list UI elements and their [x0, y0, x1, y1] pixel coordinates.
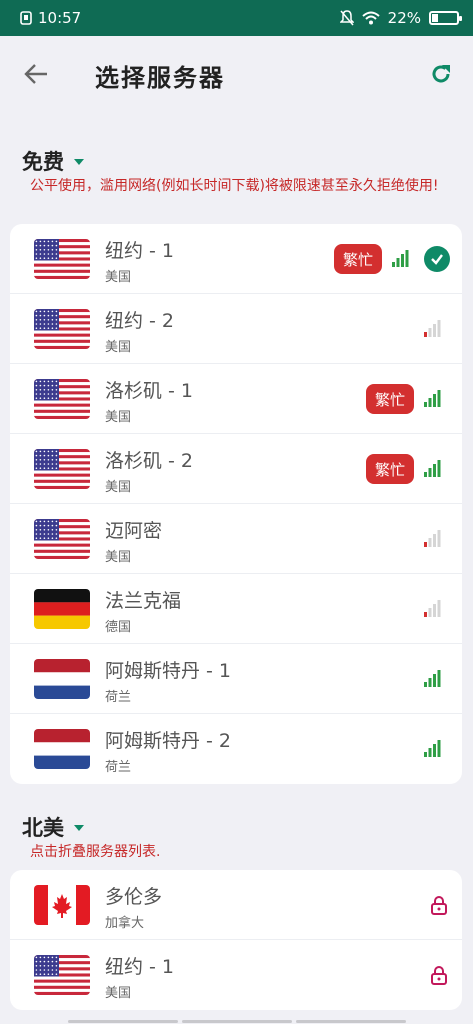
server-row[interactable]: 洛杉矶 - 2 美国 繁忙	[10, 434, 462, 504]
server-country: 加拿大	[105, 916, 145, 931]
signal-strength-icon	[424, 389, 442, 407]
server-country: 美国	[105, 270, 132, 285]
server-country: 美国	[105, 340, 132, 355]
server-name: 纽约 - 1	[105, 956, 175, 978]
server-row[interactable]: 迈阿密 美国	[10, 504, 462, 574]
server-country: 美国	[105, 480, 132, 495]
busy-badge: 繁忙	[366, 384, 414, 414]
signal-strength-icon	[424, 739, 442, 757]
server-row[interactable]: 多伦多 加拿大	[10, 870, 462, 940]
server-country: 德国	[105, 620, 132, 635]
server-country: 荷兰	[105, 760, 132, 775]
battery-percent: 22%	[387, 9, 421, 27]
flag-us-icon	[34, 449, 90, 489]
caret-down-icon	[74, 825, 84, 831]
server-name: 阿姆斯特丹 - 2	[105, 730, 232, 752]
server-row[interactable]: 洛杉矶 - 1 美国 繁忙	[10, 364, 462, 434]
server-country: 美国	[105, 986, 132, 1001]
page-title: 选择服务器	[95, 64, 225, 92]
server-name: 洛杉矶 - 1	[105, 380, 194, 402]
signal-strength-icon	[424, 599, 442, 617]
wifi-icon	[361, 11, 380, 25]
server-name: 纽约 - 2	[105, 310, 175, 332]
server-name: 纽约 - 1	[105, 240, 175, 262]
refresh-icon	[432, 65, 450, 83]
flag-ca-icon	[34, 885, 90, 925]
section-header-free[interactable]: 免费	[22, 146, 84, 176]
server-row[interactable]: 阿姆斯特丹 - 2 荷兰	[10, 714, 462, 784]
signal-strength-icon	[424, 459, 442, 477]
server-list-north-america: 多伦多加拿大纽约 - 1 美国	[10, 870, 462, 1010]
section-note: 公平使用，滥用网络(例如长时间下载)将被限速甚至永久拒绝使用!	[30, 178, 439, 194]
server-row[interactable]: 纽约 - 2 美国	[10, 294, 462, 364]
signal-strength-icon	[392, 249, 410, 267]
app-header: 选择服务器	[0, 36, 473, 112]
flag-us-icon	[34, 239, 90, 279]
server-list-free: 纽约 - 1 美国 繁忙 纽约 - 2 美国 洛杉矶 - 1 美国 繁忙 洛杉矶 - 2 美国 繁忙…	[10, 224, 462, 784]
flag-us-icon	[34, 309, 90, 349]
flag-nl-icon	[34, 729, 90, 769]
signal-strength-icon	[424, 669, 442, 687]
mute-icon	[339, 10, 354, 26]
battery-icon	[429, 11, 462, 25]
server-country: 美国	[105, 550, 132, 565]
back-button[interactable]	[20, 58, 52, 90]
lock-icon	[430, 965, 448, 985]
server-country: 美国	[105, 410, 132, 425]
flag-us-icon	[34, 379, 90, 419]
server-row[interactable]: 法兰克福 德国	[10, 574, 462, 644]
bottom-scroll-indicator	[0, 1020, 473, 1024]
flag-de-icon	[34, 589, 90, 629]
signal-strength-icon	[424, 529, 442, 547]
server-name: 法兰克福	[105, 590, 182, 612]
server-country: 荷兰	[105, 690, 132, 705]
server-name: 洛杉矶 - 2	[105, 450, 194, 472]
section-title: 免费	[22, 150, 64, 174]
refresh-button[interactable]	[425, 58, 457, 90]
server-row[interactable]: 纽约 - 1 美国	[10, 940, 462, 1010]
flag-us-icon	[34, 519, 90, 559]
server-name: 迈阿密	[105, 520, 163, 542]
server-row[interactable]: 纽约 - 1 美国 繁忙	[10, 224, 462, 294]
section-header-north-america[interactable]: 北美	[22, 812, 84, 842]
notification-icon	[20, 11, 32, 25]
server-name: 多伦多	[105, 886, 163, 908]
status-bar: 10:57 22%	[0, 0, 473, 36]
lock-icon	[430, 895, 448, 915]
signal-strength-icon	[424, 319, 442, 337]
arrow-left-icon	[24, 64, 47, 84]
selected-check-icon	[424, 246, 450, 272]
busy-badge: 繁忙	[334, 244, 382, 274]
server-row[interactable]: 阿姆斯特丹 - 1 荷兰	[10, 644, 462, 714]
flag-nl-icon	[34, 659, 90, 699]
flag-us-icon	[34, 955, 90, 995]
busy-badge: 繁忙	[366, 454, 414, 484]
section-note: 点击折叠服务器列表.	[30, 844, 161, 860]
caret-down-icon	[74, 159, 84, 165]
section-title: 北美	[22, 816, 64, 840]
server-name: 阿姆斯特丹 - 1	[105, 660, 232, 682]
status-time: 10:57	[38, 9, 82, 27]
